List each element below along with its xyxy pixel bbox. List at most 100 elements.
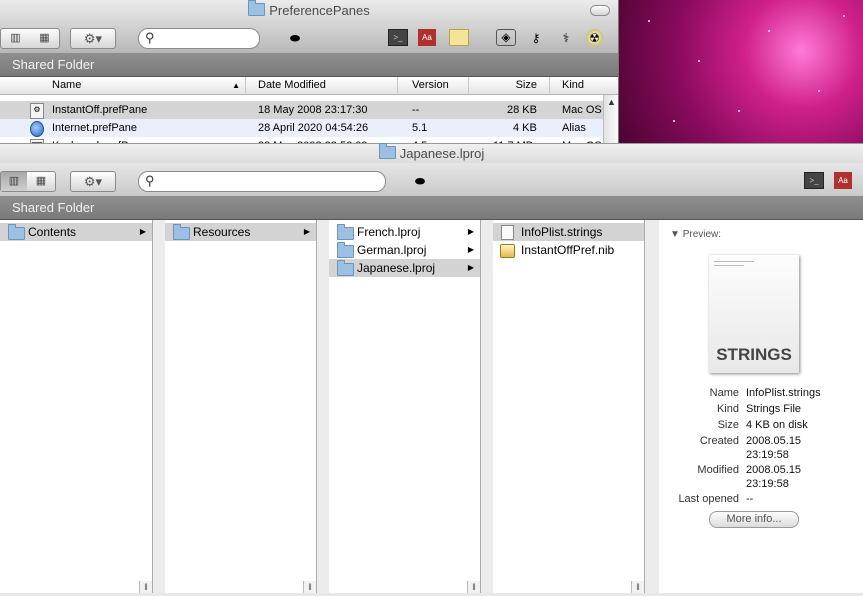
action-button[interactable]: ⚙▾ bbox=[70, 28, 116, 49]
eject-icon[interactable]: ⬬ bbox=[410, 172, 430, 190]
info-value: 4 KB on disk bbox=[746, 419, 808, 431]
gear-icon: ⚙▾ bbox=[83, 31, 103, 46]
list-item[interactable]: French.lproj ▶ bbox=[329, 223, 480, 241]
info-key: Modified bbox=[697, 464, 739, 476]
column-header-size[interactable]: Size bbox=[469, 77, 550, 94]
folder-icon bbox=[337, 224, 354, 240]
column-header-name[interactable]: Name ▲ bbox=[0, 77, 246, 94]
column-view-icon[interactable]: ▥ bbox=[1, 29, 30, 48]
row-date: 28 April 2020 04:54:26 bbox=[258, 122, 369, 134]
desktop-wallpaper bbox=[618, 0, 863, 145]
column-header-version[interactable]: Version bbox=[398, 77, 469, 94]
more-info-button[interactable]: More info... bbox=[709, 511, 799, 528]
info-key: Kind bbox=[716, 403, 739, 415]
system-profiler-icon[interactable]: ⚕ bbox=[556, 29, 576, 47]
table-row[interactable]: Internet.prefPane 28 April 2020 04:54:26… bbox=[0, 119, 604, 137]
list-item[interactable]: Contents ▶ bbox=[0, 223, 152, 241]
thumbnail-line bbox=[714, 265, 744, 266]
document-icon bbox=[501, 225, 514, 240]
view-segment: ▥ ▦ bbox=[0, 171, 56, 192]
disclosure-arrow-icon: ▶ bbox=[303, 227, 310, 236]
list-header: Name ▲ Date Modified Version Size Kind bbox=[0, 77, 618, 95]
toolbar: ▥ ▦ ⚙▾ ⚲ ⬬ >_ Aa bbox=[0, 163, 863, 197]
column-view-icon[interactable]: ▥ bbox=[1, 172, 27, 191]
row-name: InstantOff.prefPane bbox=[52, 104, 148, 116]
stickies-icon[interactable] bbox=[449, 29, 469, 46]
terminal-icon[interactable]: >_ bbox=[388, 29, 408, 46]
title-bar[interactable]: Japanese.lproj bbox=[0, 143, 863, 163]
folder-icon bbox=[378, 143, 396, 159]
column-resize-handle[interactable]: ‖ bbox=[631, 581, 644, 593]
list-item[interactable]: German.lproj ▶ bbox=[329, 241, 480, 259]
search-input[interactable] bbox=[161, 173, 380, 190]
search-field[interactable]: ⚲ bbox=[138, 28, 260, 49]
info-key: Created bbox=[699, 435, 739, 447]
coverflow-view-icon[interactable]: ▦ bbox=[30, 29, 59, 48]
column-header-date[interactable]: Date Modified bbox=[246, 77, 398, 94]
item-label: French.lproj bbox=[357, 225, 421, 239]
globe-icon bbox=[30, 121, 44, 137]
column-header-kind[interactable]: Kind bbox=[550, 77, 618, 94]
list-item[interactable]: Japanese.lproj ▶ bbox=[329, 259, 480, 277]
thumbnail-label: STRINGS bbox=[716, 345, 792, 364]
screen-sharing-icon[interactable]: ◈ bbox=[496, 29, 516, 46]
item-label: Japanese.lproj bbox=[357, 261, 436, 275]
column-divider bbox=[153, 220, 165, 593]
info-value: 2008.05.15 23:19:58 bbox=[746, 435, 802, 461]
gear-icon: ⚙▾ bbox=[83, 174, 103, 189]
eject-icon[interactable]: ⬬ bbox=[285, 29, 305, 47]
search-field[interactable]: ⚲ bbox=[138, 171, 386, 192]
terminal-icon[interactable]: >_ bbox=[804, 172, 824, 189]
column-browser: Contents ▶ ‖ Resources ▶ ‖ French.lproj … bbox=[0, 220, 863, 593]
info-value: Strings File bbox=[746, 403, 802, 415]
dictionary-icon[interactable]: Aa bbox=[418, 29, 436, 46]
item-label: Contents bbox=[28, 225, 77, 239]
sidebar-header: Shared Folder bbox=[0, 197, 863, 220]
star bbox=[818, 90, 820, 92]
disclosure-arrow-icon: ▶ bbox=[467, 245, 474, 254]
disclosure-arrow-icon: ▶ bbox=[467, 263, 474, 272]
prefpane-icon: ⚙ bbox=[30, 103, 44, 119]
table-row[interactable]: ⚙ InstantOff.prefPane 18 May 2008 23:17:… bbox=[0, 101, 604, 119]
folder-icon bbox=[248, 0, 266, 16]
coverflow-view-icon[interactable]: ▦ bbox=[27, 172, 55, 191]
list-item[interactable]: InstantOffPref.nib bbox=[493, 241, 644, 259]
column-resize-handle[interactable]: ‖ bbox=[467, 581, 480, 593]
dictionary-icon[interactable]: Aa bbox=[834, 172, 852, 189]
vertical-scrollbar[interactable]: ▲ bbox=[603, 95, 618, 146]
nib-file-icon bbox=[500, 244, 515, 258]
browser-column-4: InfoPlist.strings InstantOffPref.nib ‖ bbox=[493, 220, 645, 593]
column-divider bbox=[317, 220, 329, 593]
row-date: 18 May 2008 23:17:30 bbox=[258, 104, 368, 116]
row-size: 28 KB bbox=[507, 104, 537, 116]
search-input[interactable] bbox=[161, 30, 255, 47]
action-button[interactable]: ⚙▾ bbox=[70, 171, 116, 192]
thumbnail-line bbox=[714, 261, 754, 262]
title-bar[interactable]: PreferencePanes bbox=[0, 0, 618, 20]
scroll-up-arrow-icon[interactable]: ▲ bbox=[607, 97, 616, 107]
sidebar-header: Shared Folder bbox=[0, 54, 618, 77]
row-version: -- bbox=[412, 104, 420, 116]
item-label: InstantOffPref.nib bbox=[521, 243, 615, 257]
browser-column-1: Contents ▶ ‖ bbox=[0, 220, 153, 593]
browser-column-2: Resources ▶ ‖ bbox=[165, 220, 317, 593]
list-item[interactable]: InfoPlist.strings bbox=[493, 223, 644, 241]
toolbar-toggle-button[interactable] bbox=[590, 5, 610, 16]
folder-icon bbox=[173, 224, 190, 240]
column-resize-handle[interactable]: ‖ bbox=[303, 581, 316, 593]
view-segment: ▥ ▦ bbox=[0, 28, 60, 49]
keychain-icon[interactable]: ⚷ bbox=[526, 29, 546, 47]
column-resize-handle[interactable]: ‖ bbox=[139, 581, 152, 593]
disclosure-arrow-icon: ▶ bbox=[467, 227, 474, 236]
column-divider bbox=[645, 220, 659, 593]
preview-header[interactable]: ▼ Preview: bbox=[670, 229, 721, 240]
burn-icon[interactable]: ☢ bbox=[586, 29, 603, 46]
star bbox=[843, 15, 845, 17]
info-value: 2008.05.15 23:19:58 bbox=[746, 464, 802, 490]
preview-pane: ▼ Preview: STRINGS Name InfoPlist.string… bbox=[659, 220, 863, 593]
preview-header-label: Preview: bbox=[682, 229, 722, 240]
disclosure-triangle-icon: ▼ bbox=[670, 229, 680, 240]
window-title-text: Japanese.lproj bbox=[399, 146, 485, 161]
sort-ascending-icon: ▲ bbox=[232, 81, 240, 90]
list-item[interactable]: Resources ▶ bbox=[165, 223, 316, 241]
